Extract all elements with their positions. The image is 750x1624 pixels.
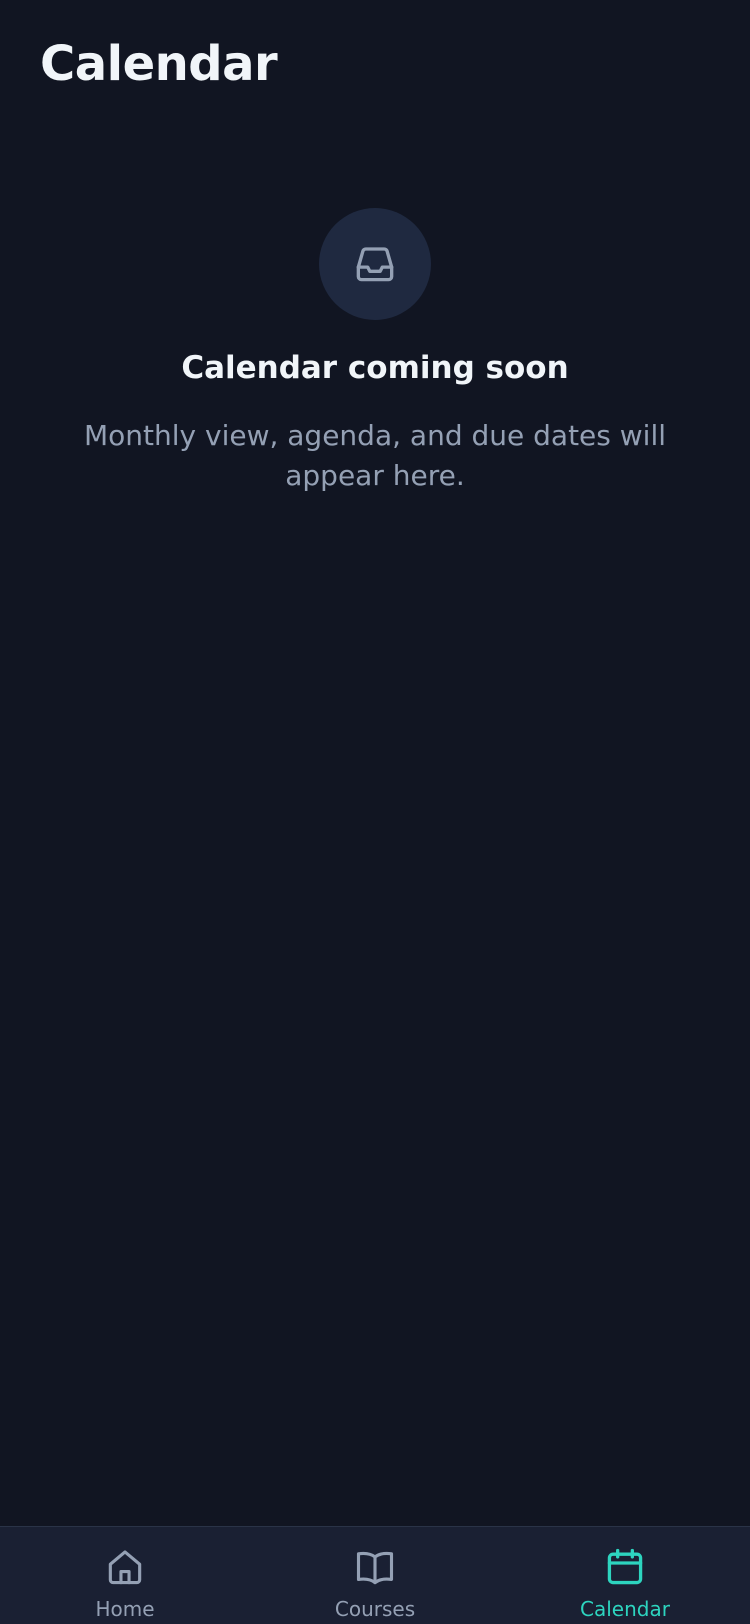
tab-courses-label: Courses	[334, 1597, 416, 1621]
empty-state-title: Calendar coming soon	[181, 350, 569, 386]
empty-state: Calendar coming soon Monthly view, agend…	[0, 208, 750, 496]
page-title: Calendar	[40, 36, 278, 92]
tab-calendar-label: Calendar	[580, 1597, 670, 1621]
tab-courses[interactable]: Courses	[250, 1527, 500, 1624]
home-icon	[108, 1550, 142, 1585]
tab-home-label: Home	[95, 1597, 155, 1621]
empty-state-description: Monthly view, agenda, and due dates will…	[83, 419, 666, 492]
calendar-icon	[607, 1548, 643, 1585]
tab-calendar[interactable]: Calendar	[500, 1527, 750, 1624]
book-open-icon	[356, 1551, 394, 1585]
empty-state-icon-circle	[319, 208, 431, 320]
tab-home[interactable]: Home	[0, 1527, 250, 1624]
bottom-tab-bar: Home Courses Calendar	[0, 1526, 750, 1624]
inbox-icon	[356, 247, 394, 282]
